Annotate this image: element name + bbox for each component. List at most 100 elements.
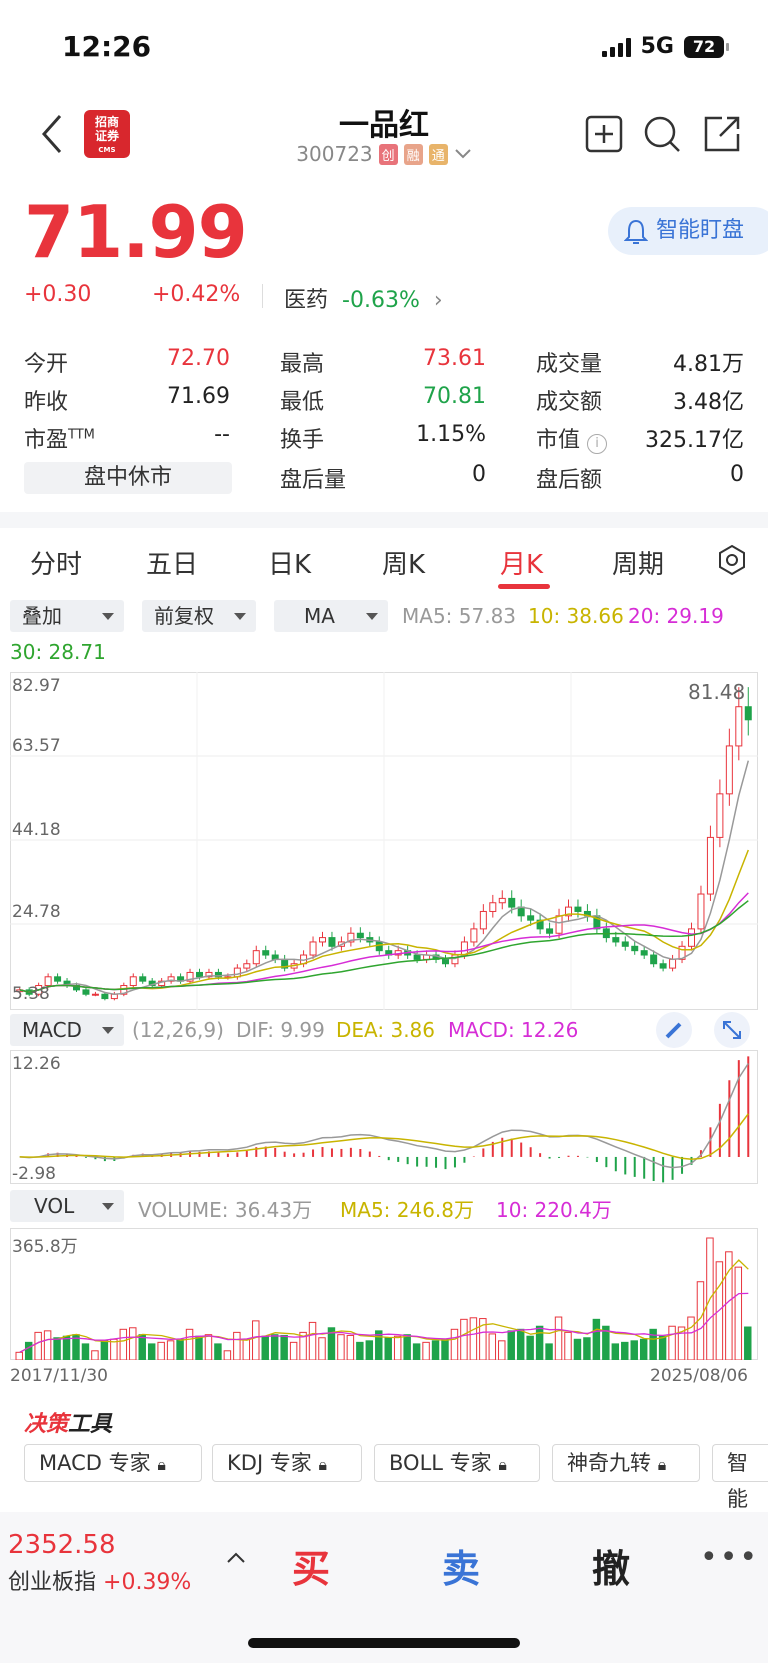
sector-link[interactable]: 医药 -0.63% › bbox=[284, 282, 443, 314]
axis-label-top: 82.97 bbox=[12, 676, 61, 696]
volume-bar bbox=[630, 1340, 638, 1360]
volume-value-label: VOLUME: 36.43万 bbox=[138, 1198, 313, 1222]
volume-bar bbox=[573, 1338, 582, 1360]
candle bbox=[63, 978, 71, 988]
volume-bar bbox=[583, 1337, 591, 1360]
volume-bar bbox=[195, 1335, 203, 1360]
buy-button[interactable]: 买 bbox=[292, 1538, 330, 1593]
sell-button[interactable]: 卖 bbox=[442, 1538, 480, 1593]
last-price: 71.99 bbox=[24, 190, 248, 274]
volume-bar bbox=[498, 1340, 506, 1360]
dea-line bbox=[19, 1113, 749, 1160]
high-value: 73.61 bbox=[423, 346, 486, 371]
amount-value: 3.48亿 bbox=[673, 390, 744, 415]
volume-bar bbox=[147, 1343, 156, 1360]
volume-bar bbox=[507, 1330, 515, 1360]
volume-bar bbox=[129, 1327, 137, 1360]
candle bbox=[697, 885, 705, 935]
more-icon[interactable]: ••• bbox=[700, 1540, 759, 1575]
tab-five-day[interactable]: 五日 bbox=[146, 544, 198, 581]
candle bbox=[139, 973, 147, 984]
market-cap-label: 市值 i bbox=[536, 422, 608, 454]
index-value[interactable]: 2352.58 bbox=[8, 1530, 116, 1560]
chip-macd-expert[interactable]: MACD 专家 🔒︎ bbox=[24, 1444, 202, 1482]
candle bbox=[347, 927, 355, 947]
status-icons: 5G 72 bbox=[601, 34, 729, 59]
volume-chart[interactable] bbox=[10, 1228, 758, 1360]
macd-dropdown[interactable]: MACD bbox=[10, 1014, 124, 1046]
candle bbox=[583, 904, 591, 922]
ma10-label: 10: 38.66 bbox=[528, 604, 624, 628]
candle bbox=[678, 941, 686, 964]
volume-bar bbox=[488, 1333, 497, 1360]
after-hours-volume-value: 0 bbox=[472, 462, 486, 487]
candle bbox=[688, 922, 695, 951]
pe-label: 市盈TTM bbox=[24, 427, 95, 453]
amount-label: 成交额 bbox=[536, 390, 603, 415]
tab-monthly-k[interactable]: 月K bbox=[500, 544, 543, 581]
candle bbox=[744, 687, 752, 736]
volume-bar bbox=[393, 1335, 402, 1360]
volume-bar bbox=[545, 1343, 553, 1360]
volume-bar bbox=[365, 1340, 374, 1360]
battery-icon: 72 bbox=[684, 35, 729, 58]
vol-ma5-label: MA5: 246.8万 bbox=[340, 1198, 475, 1222]
vol-ma10-label: 10: 220.4万 bbox=[496, 1198, 612, 1222]
tab-period[interactable]: 周期 bbox=[612, 544, 664, 581]
expand-icon bbox=[723, 1021, 741, 1039]
vol-dropdown[interactable]: VOL bbox=[10, 1190, 124, 1222]
signal-icon bbox=[601, 37, 631, 57]
candle bbox=[602, 922, 610, 943]
tab-intraday[interactable]: 分时 bbox=[30, 544, 82, 581]
price-change: +0.30 bbox=[24, 282, 92, 307]
tag-chuang: 创 bbox=[378, 143, 398, 165]
volume-bar bbox=[138, 1334, 146, 1360]
chip-boll-expert[interactable]: BOLL 专家 🔒︎ bbox=[374, 1444, 540, 1482]
indicator-dropdown[interactable]: MA bbox=[274, 600, 388, 632]
volume-bar bbox=[166, 1340, 175, 1360]
overlay-dropdown[interactable]: 叠加 bbox=[10, 600, 124, 632]
macd-chart[interactable] bbox=[10, 1050, 758, 1184]
turnover-value: 1.15% bbox=[416, 422, 486, 447]
date-start: 2017/11/30 bbox=[10, 1366, 108, 1386]
index-row[interactable]: 创业板指 +0.39% bbox=[8, 1564, 191, 1596]
tab-weekly-k[interactable]: 周K bbox=[382, 544, 425, 581]
lock-icon: 🔒︎ bbox=[657, 1455, 667, 1474]
candle bbox=[82, 987, 90, 997]
pencil-icon bbox=[665, 1022, 682, 1039]
axis-label-4: 24.78 bbox=[12, 902, 61, 922]
adjust-dropdown[interactable]: 前复权 bbox=[142, 600, 256, 632]
axis-label-3: 44.18 bbox=[12, 820, 61, 840]
ma5-label: MA5: 57.83 bbox=[402, 604, 517, 628]
candle bbox=[54, 973, 62, 984]
candle bbox=[205, 968, 213, 980]
chip-kdj-expert[interactable]: KDJ 专家 🔒︎ bbox=[212, 1444, 362, 1482]
chip-magic-nine[interactable]: 神奇九转 🔒︎ bbox=[552, 1444, 700, 1482]
active-tab-indicator bbox=[498, 584, 550, 589]
cancel-order-button[interactable]: 撤 bbox=[592, 1538, 630, 1593]
search-icon[interactable] bbox=[642, 114, 682, 154]
macd-axis-top: 12.26 bbox=[12, 1054, 61, 1074]
market-cap-value: 325.17亿 bbox=[645, 428, 744, 453]
volume-bar bbox=[24, 1341, 33, 1360]
add-watchlist-icon[interactable] bbox=[584, 114, 624, 154]
volume-label: 成交量 bbox=[536, 352, 603, 377]
volume-bar bbox=[308, 1321, 317, 1360]
vol-ma10-line bbox=[19, 1292, 749, 1353]
smart-monitor-button[interactable]: 智能盯盘 bbox=[608, 207, 768, 255]
settings-icon[interactable] bbox=[716, 544, 748, 576]
axis-label-bottom: 5.38 bbox=[12, 984, 50, 1004]
candle bbox=[148, 978, 156, 988]
kline-chart[interactable] bbox=[10, 672, 758, 1010]
expand-button[interactable] bbox=[714, 1012, 750, 1048]
max-price-label: 81.48 bbox=[688, 680, 746, 704]
tab-daily-k[interactable]: 日K bbox=[268, 544, 311, 581]
volume-bar bbox=[639, 1338, 648, 1360]
chip-smart[interactable]: 智能 bbox=[712, 1444, 768, 1511]
volume-bar bbox=[356, 1341, 364, 1360]
chevron-up-icon[interactable] bbox=[226, 1550, 246, 1564]
candle bbox=[252, 945, 260, 968]
candle bbox=[177, 973, 185, 984]
edit-indicator-button[interactable] bbox=[656, 1012, 692, 1048]
share-icon[interactable] bbox=[702, 114, 742, 154]
